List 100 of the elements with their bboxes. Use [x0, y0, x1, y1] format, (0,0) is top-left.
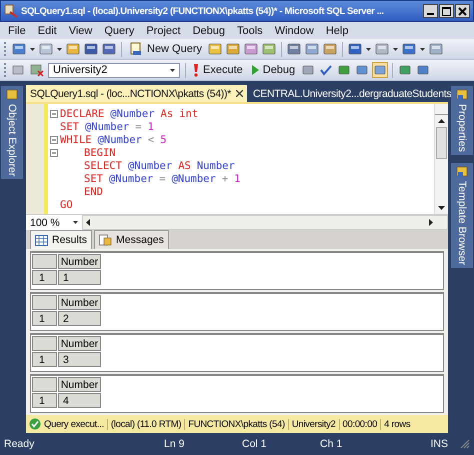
code-token: As	[160, 108, 174, 120]
disconnect-icon[interactable]	[30, 63, 44, 77]
maximize-button[interactable]	[439, 4, 454, 18]
character-number: Ch 1	[320, 438, 344, 450]
close-icon	[458, 6, 467, 16]
table-cell[interactable]: 4	[58, 393, 101, 408]
code-token: @Number	[98, 134, 142, 146]
code-token: SET	[84, 172, 103, 184]
caret-icon[interactable]	[57, 48, 62, 50]
success-icon	[29, 418, 41, 430]
vertical-scrollbar[interactable]	[434, 104, 448, 214]
menu-item[interactable]: Project	[140, 24, 187, 36]
status-message: Query execut...	[43, 418, 105, 430]
row-count: 4 rows	[380, 418, 414, 430]
left-arrow-icon[interactable]	[86, 219, 90, 226]
column-header: Number	[58, 254, 101, 269]
play-icon	[250, 65, 259, 75]
up-arrow-icon[interactable]	[438, 119, 445, 123]
menu-item[interactable]: Help	[320, 24, 354, 36]
code-token: =	[159, 172, 166, 184]
menu-item[interactable]: Debug	[186, 24, 231, 36]
column-header: Number	[58, 336, 101, 351]
table-cell[interactable]: 1	[58, 270, 101, 285]
menu-item[interactable]: View	[62, 24, 98, 36]
code-token: @Number	[128, 160, 172, 172]
close-button[interactable]	[455, 4, 470, 18]
exclamation-icon	[193, 64, 199, 76]
horizontal-scrollbar[interactable]	[82, 215, 448, 230]
toolbar-grip[interactable]	[4, 42, 8, 56]
code-token: BEGIN	[84, 146, 116, 158]
code-token: 1	[234, 172, 240, 184]
collapse-icon[interactable]	[50, 148, 58, 156]
menu-item[interactable]: Tools	[231, 24, 269, 36]
side-panel-tab[interactable]: Object Explorer	[1, 86, 23, 180]
document-tab[interactable]: SQLQuery1.sql - (loc...NCTIONX\pkatts (54))*	[26, 85, 247, 102]
right-arrow-icon[interactable]	[429, 219, 433, 226]
window-title: SQLQuery1.sql - (local).University2 (FUNCTIONX\pkatts (54))* - Microsoft SQL Server ...	[21, 6, 385, 16]
code-token: SELECT	[84, 160, 122, 172]
column-header: Number	[58, 377, 101, 392]
resize-grip-icon[interactable]	[460, 439, 470, 449]
toolbar-grip[interactable]	[4, 63, 8, 77]
caret-icon	[73, 221, 78, 224]
code-token: Number	[196, 160, 235, 172]
column-number: Col 1	[242, 438, 268, 450]
caret-icon	[170, 68, 175, 72]
table-cell[interactable]: 3	[58, 352, 101, 367]
code-token: DECLARE	[60, 108, 104, 120]
zoom-dropdown[interactable]: 100 %	[26, 215, 82, 230]
close-icon[interactable]	[236, 90, 243, 97]
results-tab[interactable]: Results	[30, 230, 92, 249]
panel-icon	[456, 89, 468, 101]
code-token: @Number	[108, 172, 154, 184]
new-query-button[interactable]: New Query	[127, 40, 204, 58]
scrollbar-thumb[interactable]	[436, 127, 447, 159]
line-number: Ln 9	[164, 438, 186, 450]
panel-icon	[6, 89, 18, 101]
table-cell[interactable]: 2	[58, 311, 101, 326]
code-token: @Number	[172, 172, 216, 184]
side-panel-tab[interactable]: Template Browser	[451, 162, 473, 268]
row-number: 1	[32, 352, 57, 367]
server-info: (local) (11.0 RTM)	[106, 418, 184, 430]
row-number: 1	[32, 270, 57, 285]
check-icon[interactable]	[319, 63, 334, 77]
database-dropdown[interactable]: University2	[48, 62, 180, 78]
elapsed-time: 00:00:00	[338, 418, 380, 430]
new-query-icon	[129, 42, 143, 56]
side-panel-tab[interactable]: Properties	[451, 86, 473, 155]
caret-icon[interactable]	[30, 48, 35, 50]
row-number: 1	[32, 311, 57, 326]
insert-mode: INS	[430, 438, 448, 450]
status-text: Ready	[4, 438, 36, 450]
execute-button[interactable]: Execute	[191, 61, 245, 79]
minimize-button[interactable]	[423, 4, 438, 18]
messages-icon	[99, 234, 112, 246]
panel-icon	[456, 166, 468, 178]
caret-icon[interactable]	[420, 48, 426, 50]
code-token: =	[135, 120, 142, 132]
results-tab[interactable]: Messages	[94, 230, 169, 249]
code-token: WHILE	[60, 134, 92, 146]
code-token: SET	[60, 120, 79, 132]
app-icon	[4, 4, 18, 18]
caret-icon[interactable]	[393, 48, 398, 50]
code-token: @Number	[84, 120, 130, 132]
code-token: <	[148, 134, 154, 146]
code-token: GO	[60, 198, 73, 210]
code-token: int	[179, 108, 198, 120]
menu-item[interactable]: Window	[268, 24, 320, 36]
code-token: @Number	[110, 108, 155, 120]
debug-button[interactable]: Debug	[248, 61, 298, 79]
menu-item[interactable]: Edit	[32, 24, 63, 36]
caret-icon[interactable]	[366, 48, 372, 50]
column-header: Number	[58, 295, 101, 310]
code-editor[interactable]: DECLARE @Number As int SET @Number = 1 WHILE @Number < 5 BEGIN SELECT @Number AS Number SET @Number = @Number + 1 END GO	[26, 102, 448, 214]
collapse-icon[interactable]	[50, 110, 58, 118]
menu-item[interactable]: File	[2, 24, 32, 36]
menu-item[interactable]: Query	[98, 24, 140, 36]
user-info: FUNCTIONX\pkatts (54)	[184, 418, 288, 430]
collapse-icon[interactable]	[50, 136, 58, 144]
code-token: 1	[148, 120, 154, 132]
down-arrow-icon[interactable]	[438, 206, 445, 210]
